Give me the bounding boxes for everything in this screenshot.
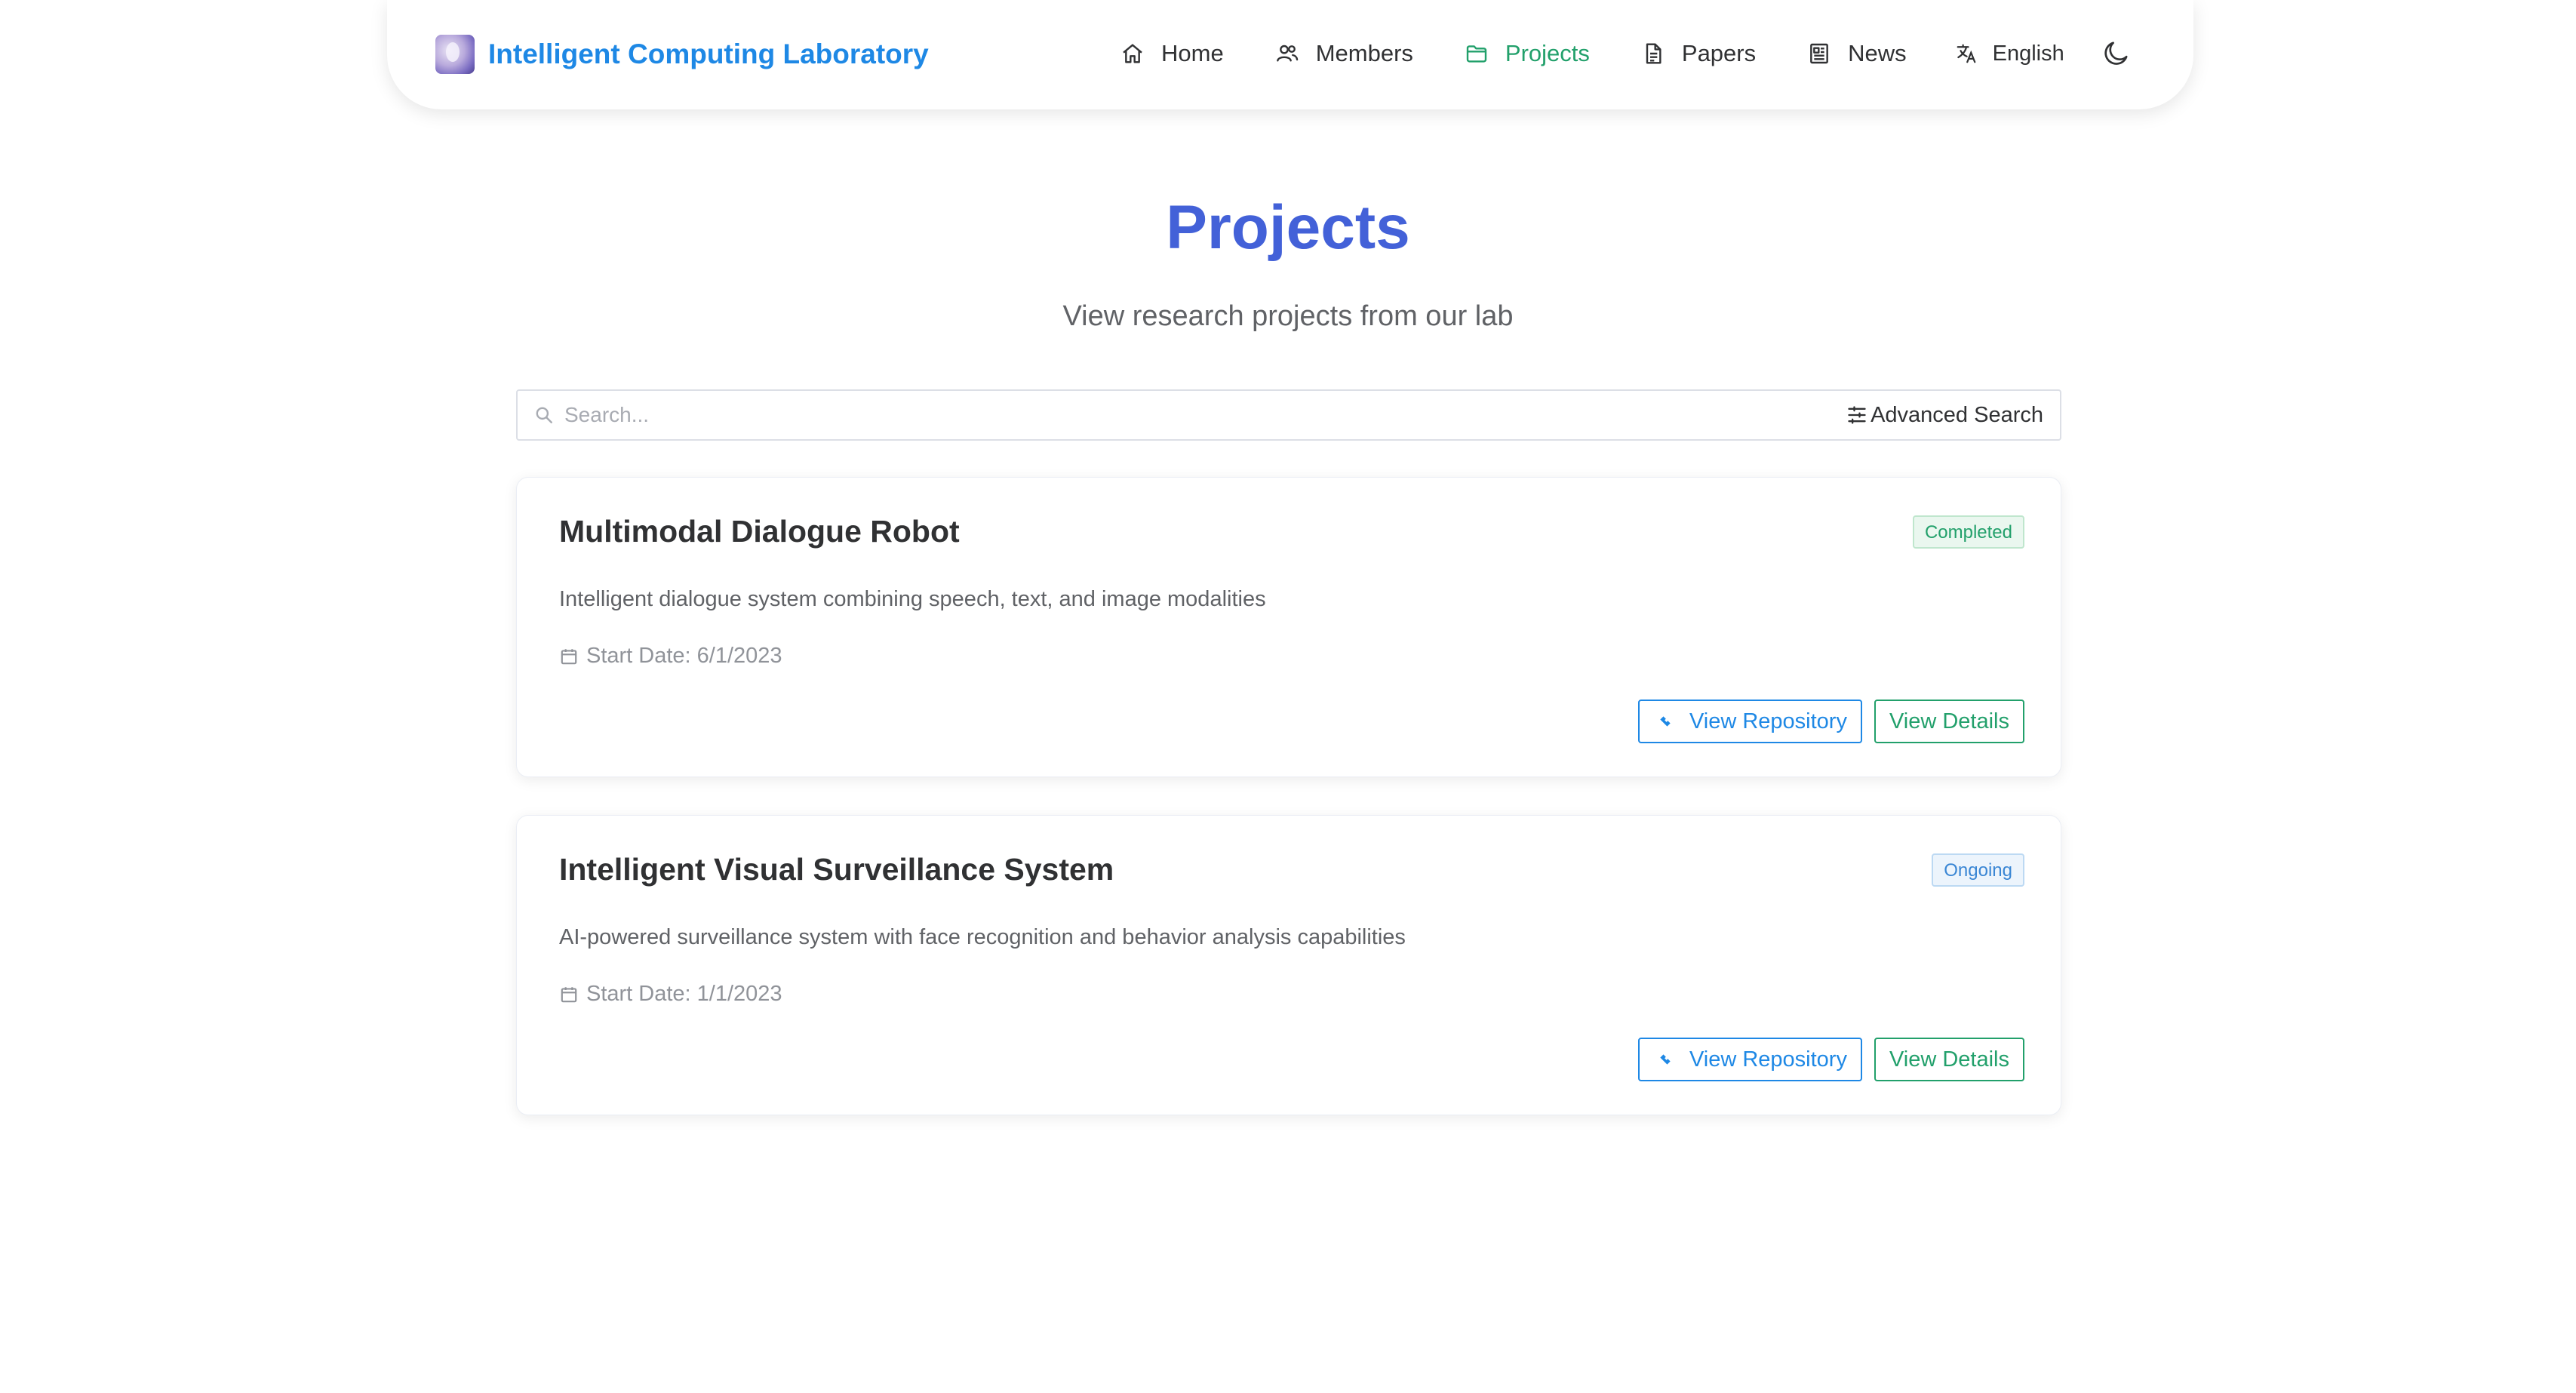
search-icon bbox=[536, 407, 552, 423]
page-subtitle: View research projects from our lab bbox=[1062, 300, 1514, 332]
filter-sliders-icon bbox=[1848, 406, 1866, 424]
advanced-search-label: Advanced Search bbox=[1871, 402, 2043, 427]
top-header: Intelligent Computing Laboratory Home Me… bbox=[387, 0, 2193, 109]
page-title: Projects bbox=[1166, 193, 1410, 262]
search-bar: Advanced Search bbox=[516, 389, 2061, 441]
nav-label-papers: Papers bbox=[1681, 40, 1757, 66]
moon-icon[interactable] bbox=[2101, 38, 2131, 69]
nav-item-home[interactable]: Home bbox=[1120, 40, 1224, 67]
nav-label-projects: Projects bbox=[1505, 40, 1590, 66]
home-icon bbox=[1123, 44, 1142, 63]
brand[interactable]: Intelligent Computing Laboratory bbox=[435, 32, 929, 77]
folder-icon bbox=[1466, 45, 1487, 63]
nav-label-news: News bbox=[1848, 40, 1907, 66]
language-label: English bbox=[1992, 41, 2064, 66]
link-icon bbox=[1660, 1054, 1671, 1065]
project-start-date: Start Date: 6/1/2023 bbox=[559, 644, 782, 669]
nav-item-news[interactable]: News bbox=[1807, 40, 1907, 67]
users-icon bbox=[1276, 45, 1298, 62]
project-card: Intelligent Visual Surveillance System O… bbox=[516, 815, 2061, 1115]
view-repository-button[interactable]: View Repository bbox=[1637, 1038, 1862, 1081]
lab-logo bbox=[435, 35, 475, 74]
view-repository-label: View Repository bbox=[1689, 1047, 1847, 1072]
project-description: Intelligent dialogue system combining sp… bbox=[559, 587, 1266, 611]
view-repository-label: View Repository bbox=[1689, 709, 1847, 733]
nav-item-papers[interactable]: Papers bbox=[1641, 40, 1756, 67]
nav-label-members: Members bbox=[1315, 40, 1413, 66]
view-details-button[interactable]: View Details bbox=[1874, 700, 2024, 743]
view-details-button[interactable]: View Details bbox=[1874, 1038, 2024, 1081]
status-badge: Completed bbox=[1912, 515, 2024, 549]
advanced-search-button[interactable]: Advanced Search bbox=[1846, 403, 2043, 428]
project-title[interactable]: Multimodal Dialogue Robot bbox=[559, 514, 960, 549]
card-actions: View Repository View Details bbox=[1637, 1038, 2024, 1081]
calendar-icon bbox=[561, 648, 577, 664]
project-description: AI-powered surveillance system with face… bbox=[559, 925, 1406, 949]
project-title[interactable]: Intelligent Visual Surveillance System bbox=[559, 852, 1114, 887]
main-nav: Home Members Projects Papers News Englis… bbox=[1120, 30, 2131, 77]
translate-icon bbox=[1957, 44, 1976, 63]
brand-title[interactable]: Intelligent Computing Laboratory bbox=[488, 38, 929, 70]
nav-item-projects[interactable]: Projects bbox=[1465, 40, 1590, 67]
status-badge: Ongoing bbox=[1932, 853, 2024, 887]
language-switcher[interactable]: English bbox=[1955, 42, 2064, 66]
link-icon bbox=[1660, 716, 1671, 727]
nav-label-home: Home bbox=[1161, 40, 1224, 66]
project-card: Multimodal Dialogue Robot Completed Inte… bbox=[516, 477, 2061, 777]
start-date-text: Start Date: 6/1/2023 bbox=[586, 644, 782, 668]
project-start-date: Start Date: 1/1/2023 bbox=[559, 982, 782, 1007]
newspaper-icon bbox=[1810, 43, 1828, 64]
card-actions: View Repository View Details bbox=[1637, 700, 2024, 743]
calendar-icon bbox=[561, 986, 577, 1002]
view-repository-button[interactable]: View Repository bbox=[1637, 700, 1862, 743]
document-icon bbox=[1646, 43, 1661, 64]
start-date-text: Start Date: 1/1/2023 bbox=[586, 982, 782, 1006]
search-input[interactable] bbox=[563, 392, 1847, 438]
nav-item-members[interactable]: Members bbox=[1275, 40, 1413, 67]
